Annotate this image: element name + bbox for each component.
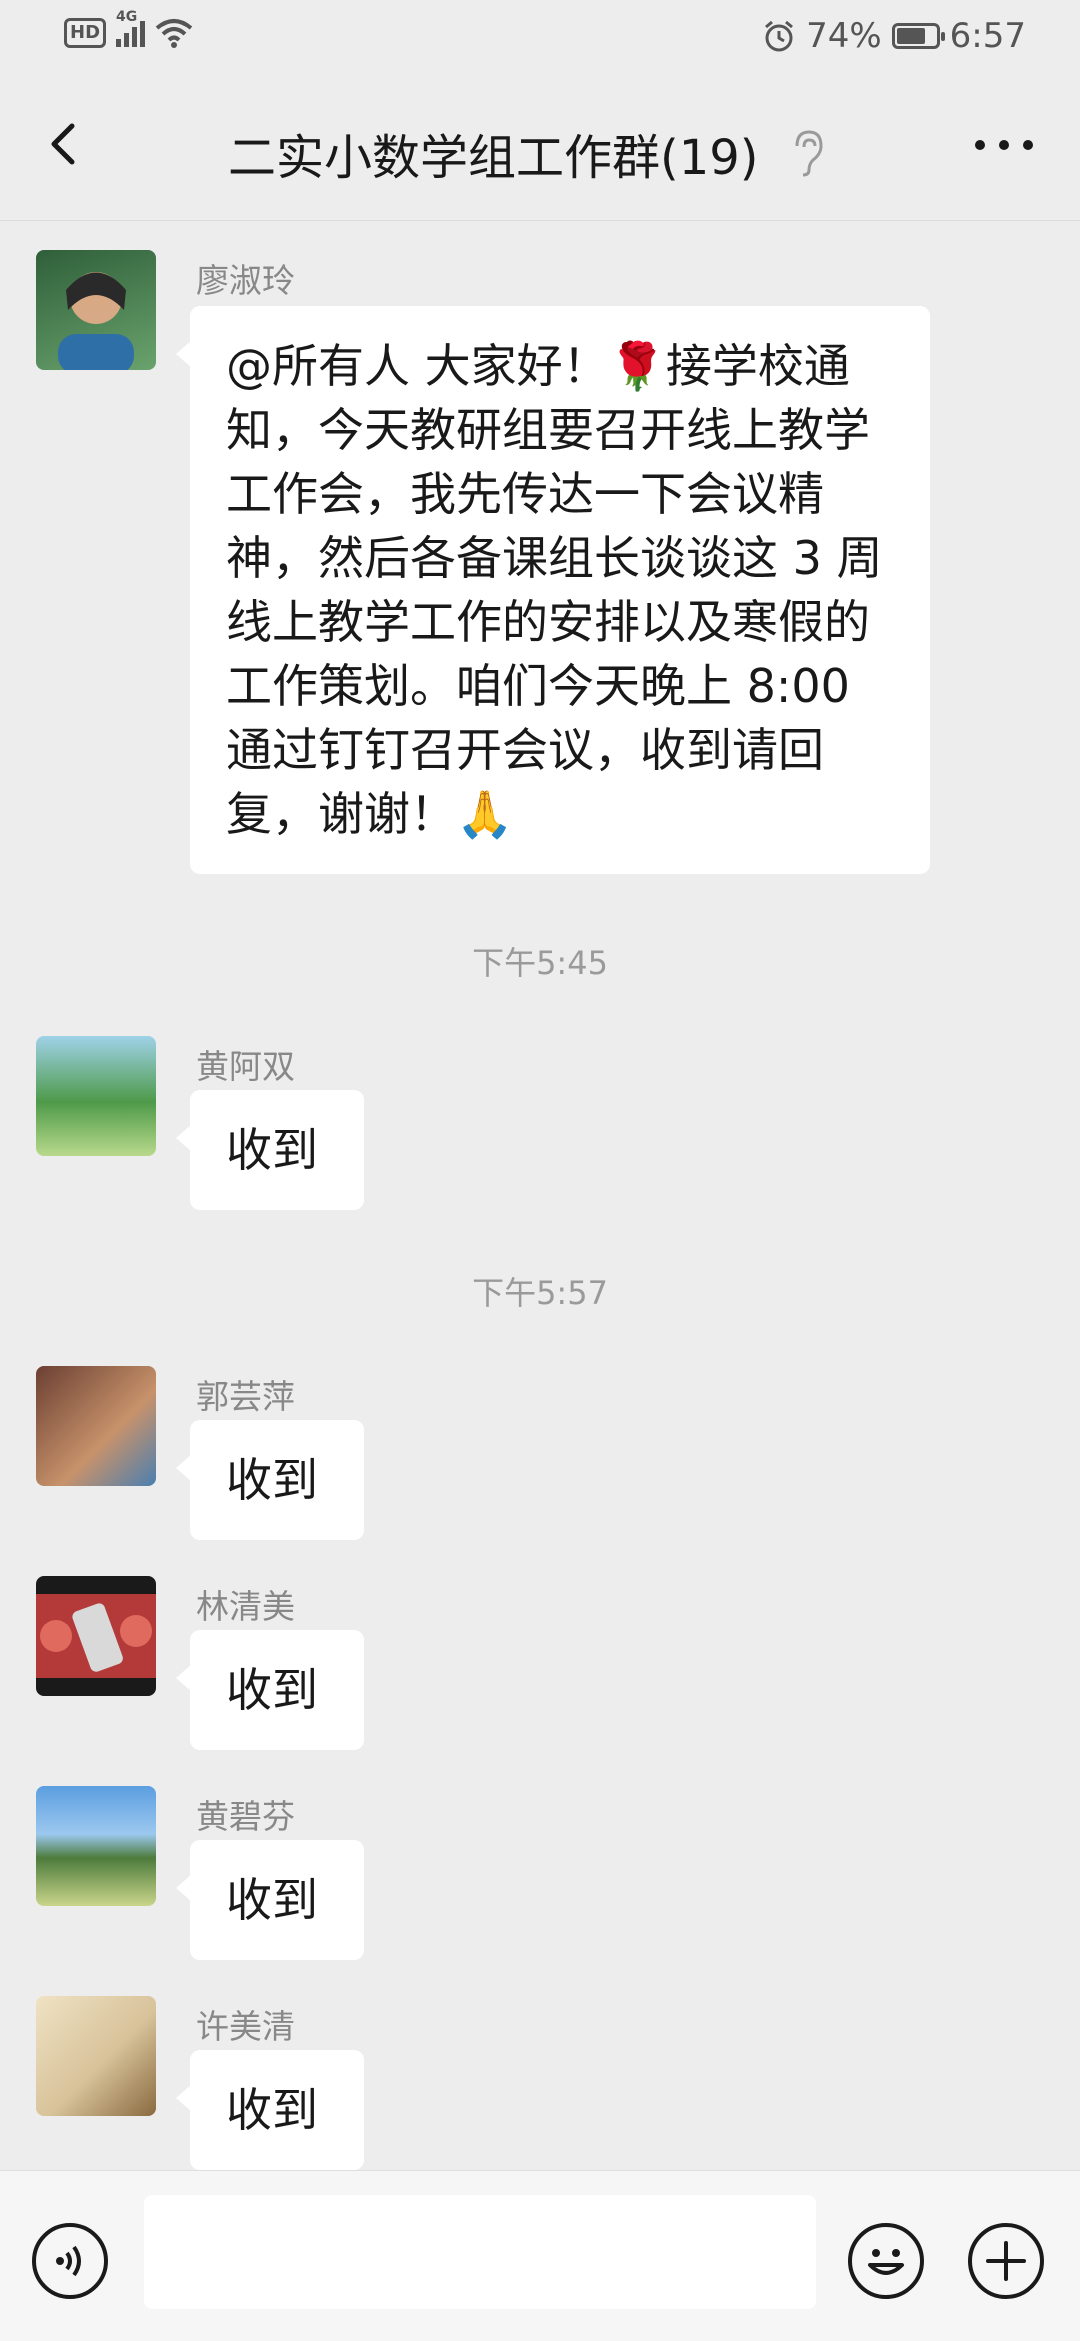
battery-icon — [891, 23, 945, 49]
sender-name: 黄阿双 — [196, 1047, 295, 1086]
alarm-icon — [765, 20, 794, 52]
sender-name: 廖淑玲 — [196, 261, 295, 300]
input-bar — [0, 2170, 1080, 2341]
ear-icon — [795, 130, 823, 177]
chevron-left-icon[interactable] — [34, 114, 94, 174]
timestamp: 下午5:57 — [472, 1274, 608, 1312]
message-bubble[interactable]: @所有人 大家好！🌹接学校通知，今天教研组要召开线上教学工作会，我先传达一下会议… — [176, 306, 930, 874]
avatar[interactable] — [36, 1576, 156, 1696]
sender-name: 黄碧芬 — [196, 1797, 295, 1836]
chat-header: 二实小数学组工作群(19) — [0, 72, 1080, 221]
avatar[interactable] — [36, 1036, 156, 1156]
avatar[interactable] — [36, 1366, 156, 1486]
sender-name: 许美清 — [196, 2007, 295, 2046]
avatar[interactable] — [36, 250, 156, 370]
hd-badge: HD — [64, 18, 107, 48]
voice-icon[interactable] — [32, 2223, 108, 2299]
message-input[interactable] — [144, 2195, 816, 2309]
sender-name: 郭芸萍 — [196, 1377, 295, 1416]
battery-percent: 74% — [806, 16, 882, 56]
more-icon[interactable] — [972, 130, 1036, 160]
timestamp: 下午5:45 — [472, 944, 608, 982]
message-bubble[interactable]: 收到 — [176, 1840, 364, 1960]
message-bubble[interactable]: 收到 — [176, 2050, 364, 2170]
status-bar: HD 4G 74% 6:57 — [0, 0, 1080, 72]
avatar[interactable] — [36, 1786, 156, 1906]
message-bubble[interactable]: 收到 — [176, 1420, 364, 1540]
signal-icon: 4G — [116, 9, 146, 47]
avatar[interactable] — [36, 1996, 156, 2116]
message-bubble[interactable]: 收到 — [176, 1630, 364, 1750]
chat-title: 二实小数学组工作群(19) — [228, 130, 759, 186]
emoji-icon[interactable] — [848, 2223, 924, 2299]
clock: 6:57 — [949, 16, 1026, 56]
message-bubble[interactable]: 收到 — [176, 1090, 364, 1210]
plus-icon[interactable] — [968, 2223, 1044, 2299]
wifi-icon — [155, 19, 193, 48]
sender-name: 林清美 — [196, 1587, 295, 1626]
